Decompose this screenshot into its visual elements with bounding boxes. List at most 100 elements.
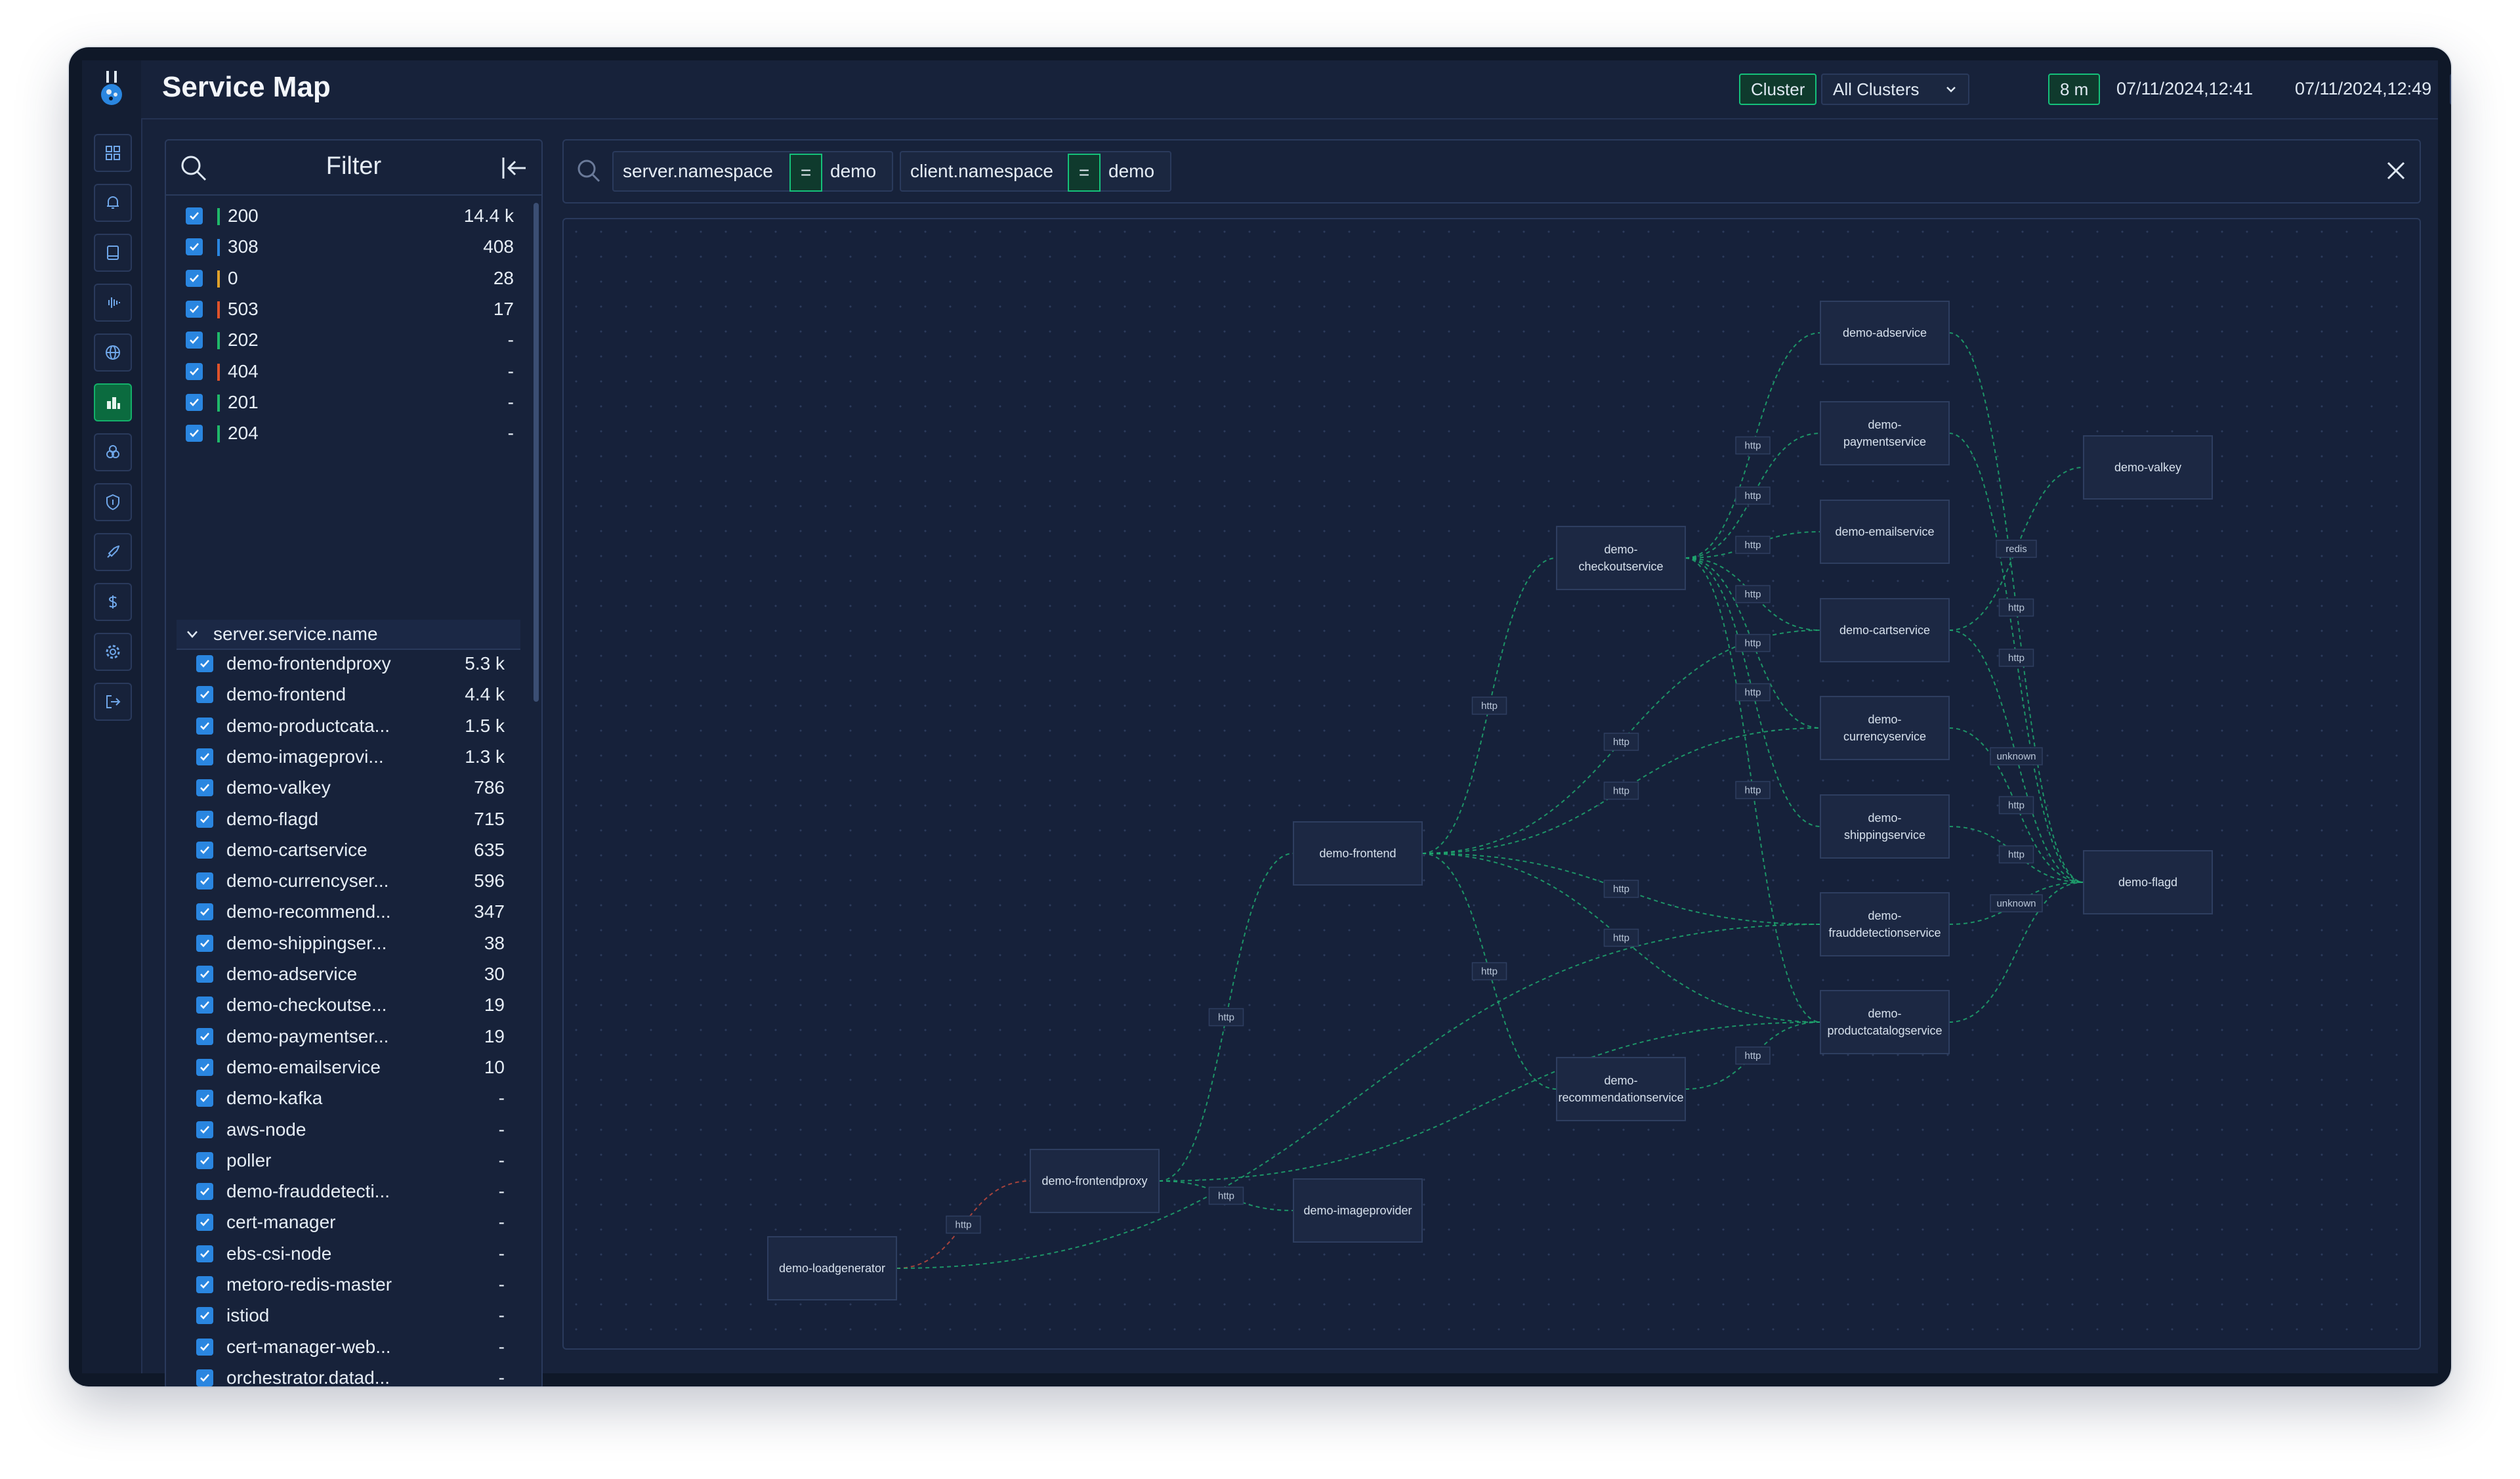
checkbox[interactable] [196,655,213,672]
node-frontend[interactable]: demo-frontend [1293,821,1423,886]
checkbox[interactable] [196,1214,213,1232]
service-row[interactable]: demo-productcata... 1.5 k [196,714,505,740]
nav-dashboard-button[interactable] [94,134,132,172]
checkbox[interactable] [196,1183,213,1201]
checkbox[interactable] [196,934,213,952]
node-box[interactable] [1820,696,1950,760]
service-row[interactable]: demo-flagd 715 [196,807,505,833]
nav-logout-button[interactable] [94,683,132,721]
service-row[interactable]: demo-frontendproxy 5.3 k [196,651,505,677]
service-row[interactable]: demo-imageprovi... 1.3 k [196,744,505,771]
checkbox[interactable] [196,1245,213,1262]
edge-frontendproxy-productcatalogservice[interactable] [1158,1021,1821,1182]
checkbox[interactable] [186,300,203,318]
nav-cluster-button[interactable] [94,433,132,471]
service-row[interactable]: metoro-redis-master - [196,1272,505,1298]
node-box[interactable] [1820,401,1950,465]
node-frontendproxy[interactable]: demo-frontendproxy [1030,1149,1160,1213]
end-time[interactable]: 07/11/2024,12:49 [2295,79,2431,99]
nav-service-map-button[interactable] [94,383,132,421]
node-imageprovider[interactable]: demo-imageprovider [1293,1178,1423,1243]
service-row[interactable]: demo-checkoutse... 19 [196,993,505,1019]
service-row[interactable]: demo-shippingser... 38 [196,931,505,957]
service-row[interactable]: aws-node - [196,1117,505,1144]
close-icon[interactable] [2384,159,2408,182]
filter-pill-client-namespace[interactable]: client.namespace = demo [900,151,1171,192]
checkbox[interactable] [196,1307,213,1325]
checkbox[interactable] [186,207,203,225]
service-row[interactable]: demo-currencyser... 596 [196,868,505,895]
node-currencyservice[interactable]: demo-currencyservice [1820,696,1950,760]
checkbox[interactable] [186,238,203,256]
nav-rocket-button[interactable] [94,533,132,571]
checkbox[interactable] [196,1338,213,1356]
node-paymentservice[interactable]: demo-paymentservice [1820,401,1950,465]
cluster-select[interactable]: All Clusters [1821,74,1969,105]
node-box[interactable] [1820,892,1950,956]
service-map-canvas[interactable]: http http http http http http http http http http… [562,218,2421,1350]
node-flagd[interactable]: demo-flagd [2083,850,2213,914]
node-adservice[interactable]: demo-adservice [1820,301,1950,365]
service-row[interactable]: demo-adservice 30 [196,962,505,988]
checkbox[interactable] [196,1090,213,1107]
checkbox[interactable] [196,686,213,704]
filter-operator[interactable]: = [789,154,822,192]
nav-bell-button[interactable] [94,184,132,222]
nav-waveform-button[interactable] [94,284,132,322]
service-row[interactable]: demo-paymentser... 19 [196,1024,505,1050]
node-checkoutservice[interactable]: demo-checkoutservice [1556,526,1686,590]
status-code-row[interactable]: 404 - [186,359,514,385]
checkbox[interactable] [186,362,203,380]
service-row[interactable]: cert-manager - [196,1210,505,1236]
checkbox[interactable] [196,748,213,765]
checkbox[interactable] [196,841,213,859]
checkbox[interactable] [196,717,213,735]
checkbox[interactable] [196,1121,213,1138]
node-frauddetectionservice[interactable]: demo-frauddetectionservice [1820,892,1950,956]
service-row[interactable]: istiod - [196,1303,505,1329]
service-row[interactable]: cert-manager-web... - [196,1335,505,1361]
status-code-row[interactable]: 308 408 [186,234,514,261]
checkbox[interactable] [196,779,213,797]
checkbox[interactable] [196,1058,213,1076]
service-row[interactable]: demo-recommend... 347 [196,899,505,926]
node-valkey[interactable]: demo-valkey [2083,435,2213,500]
checkbox[interactable] [186,425,203,442]
service-row[interactable]: demo-kafka - [196,1086,505,1112]
nav-logs-button[interactable] [94,234,132,272]
filter-scrollbar[interactable] [534,203,539,702]
status-code-row[interactable]: 200 14.4 k [186,204,514,230]
checkbox[interactable] [186,269,203,287]
duration-badge[interactable]: 8 m [2048,74,2101,105]
checkbox[interactable] [186,332,203,349]
nav-shield-button[interactable] [94,483,132,521]
checkbox[interactable] [196,1369,213,1386]
service-row[interactable]: demo-cartservice 635 [196,838,505,864]
service-row[interactable]: poller - [196,1148,505,1174]
checkbox[interactable] [196,903,213,921]
service-row[interactable]: demo-frontend 4.4 k [196,682,505,708]
play-button[interactable] [2450,74,2451,105]
filter-operator[interactable]: = [1068,154,1101,192]
status-code-row[interactable]: 503 17 [186,297,514,323]
checkbox[interactable] [196,1276,213,1293]
status-code-row[interactable]: 202 - [186,328,514,354]
node-shippingservice[interactable]: demo-shippingservice [1820,794,1950,859]
node-box[interactable] [1820,990,1950,1054]
nav-globe-button[interactable] [94,333,132,372]
status-code-row[interactable]: 204 - [186,421,514,447]
node-cartservice[interactable]: demo-cartservice [1820,598,1950,662]
nav-dollar-button[interactable] [94,583,132,621]
checkbox[interactable] [186,393,203,411]
service-row[interactable]: demo-frauddetecti... - [196,1179,505,1205]
node-productcatalogservice[interactable]: demo-productcatalogservice [1820,990,1950,1054]
checkbox[interactable] [196,966,213,983]
checkbox[interactable] [196,1151,213,1169]
node-box[interactable] [1820,794,1950,859]
service-row[interactable]: orchestrator.datad... - [196,1365,505,1386]
node-loadgenerator[interactable]: demo-loadgenerator [767,1236,897,1300]
status-code-row[interactable]: 0 28 [186,266,514,292]
service-map-graph[interactable]: http http http http http http http http http http… [564,219,2420,1348]
node-box[interactable] [1556,1057,1686,1121]
collapse-panel-icon[interactable] [501,155,528,181]
